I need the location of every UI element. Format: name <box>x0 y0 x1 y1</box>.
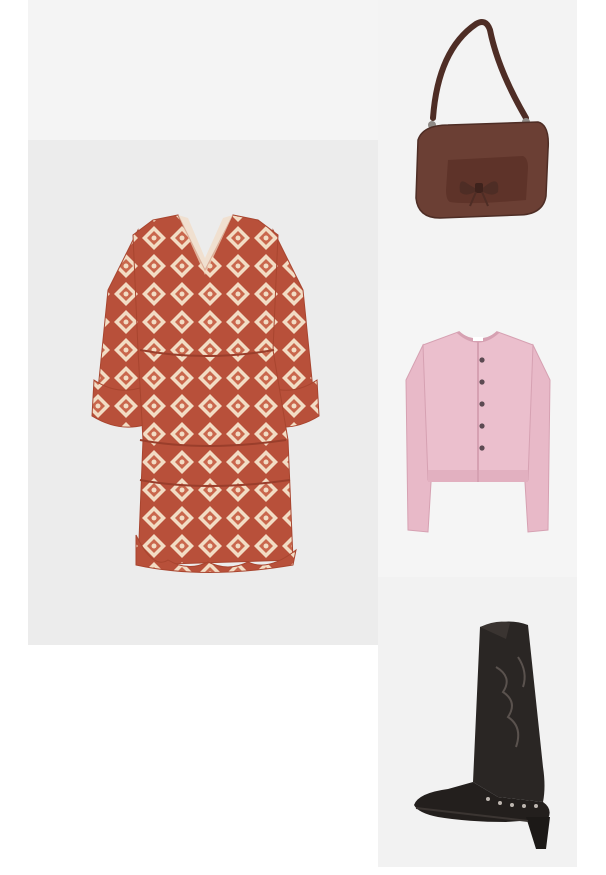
cardigan-illustration <box>405 330 551 533</box>
cardigan-image[interactable] <box>378 290 577 577</box>
outfit-board <box>0 0 606 875</box>
bag-illustration <box>415 19 550 219</box>
dress-image[interactable] <box>28 140 378 645</box>
dress-illustration <box>91 214 320 573</box>
cowboy-boot-image[interactable] <box>378 577 577 867</box>
shoulder-bag-image[interactable] <box>378 0 577 290</box>
boot-illustration <box>414 621 550 849</box>
background-panel <box>28 0 378 140</box>
